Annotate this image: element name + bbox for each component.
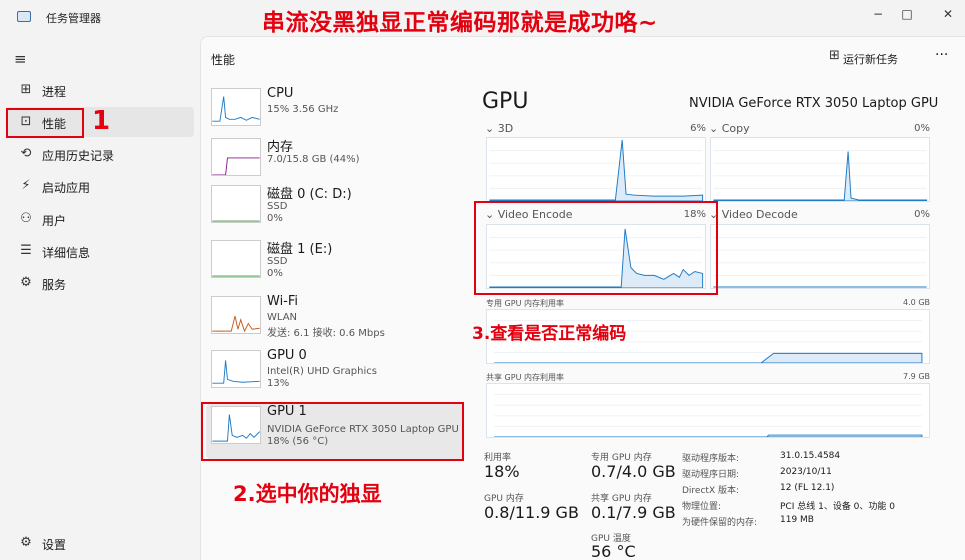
annotation-box-gpu1 [201,402,464,461]
annotation-step-1: 1 [92,106,111,136]
device-detail: Intel(R) UHD Graphics [267,366,377,377]
sidebar-item-label: 应用历史记录 [42,149,115,163]
maximize-button[interactable]: □ [892,4,922,24]
engine-name: 3D [497,122,514,135]
device-detail: 0% [267,213,283,224]
close-button[interactable]: ✕ [933,4,963,24]
wifi-graph-thumbnail [211,296,261,334]
info-key: 驱动程序日期: [682,470,740,480]
device-name: Wi-Fi [267,294,299,309]
more-options-button[interactable]: ··· [935,47,948,63]
run-new-task-button[interactable]: 运行新任务 [843,51,898,67]
device-item-gpu0[interactable]: GPU 0 Intel(R) UHD Graphics 13% [206,348,464,403]
engine-name: Video Decode [721,208,798,221]
device-detail: 0% [267,268,283,279]
task-manager-icon [17,11,31,22]
dedicated-gpu-memory-value: 0.7/4.0 GB [591,462,676,481]
sidebar-item-details[interactable]: ☰ 详细信息 [6,236,194,266]
menu-icon[interactable]: ≡ [14,50,27,68]
shared-memory-max: 7.9 GB [903,372,930,381]
device-detail: SSD [267,256,288,267]
minimize-button[interactable]: − [863,4,893,24]
graph-video-decode [710,224,930,289]
info-key: 为硬件保留的内存: [682,518,758,528]
sidebar-item-settings[interactable]: ⚙ 设置 [6,528,194,558]
device-item-disk1[interactable]: 磁盘 1 (E:) SSD 0% [206,238,464,293]
sidebar-item-startup[interactable]: ⚡ 启动应用 [6,171,194,201]
sidebar-item-services[interactable]: ⚙ 服务 [6,268,194,298]
device-detail: SSD [267,201,288,212]
services-icon: ⚙ [20,275,32,290]
device-name: 内存 [267,140,294,155]
annotation-title: 串流没黑独显正常编码那就是成功咯~ [262,10,658,36]
run-task-icon: ⊞ [829,48,840,63]
sidebar-item-label: 进程 [42,85,67,99]
processes-icon: ⊞ [20,82,32,97]
users-icon: ⚇ [20,211,32,226]
sidebar-item-label: 启动应用 [42,181,91,195]
shared-memory-label: 共享 GPU 内存利用率 [486,373,564,382]
device-item-disk0[interactable]: 磁盘 0 (C: D:) SSD 0% [206,183,464,238]
gpu-model-name: NVIDIA GeForce RTX 3050 Laptop GPU [689,96,939,111]
device-name: 磁盘 0 (C: D:) [267,187,352,202]
settings-icon: ⚙ [20,535,32,550]
info-value: 2023/10/11 [780,467,832,477]
device-name: GPU 0 [267,348,307,363]
sidebar-item-app-history[interactable]: ⟲ 应用历史记录 [6,139,194,169]
device-detail: 15% 3.56 GHz [267,104,339,115]
annotation-step-2: 2.选中你的独显 [233,482,382,506]
device-detail: 7.0/15.8 GB (44%) [267,154,360,165]
memory-graph-thumbnail [211,138,261,176]
info-key: 驱动程序版本: [682,454,740,464]
device-name: CPU [267,86,294,101]
window-title: 任务管理器 [46,12,101,25]
sidebar-item-processes[interactable]: ⊞ 进程 [6,75,194,105]
sidebar-item-users[interactable]: ⚇ 用户 [6,204,194,234]
device-name: 磁盘 1 (E:) [267,242,333,257]
engine-label-video-decode[interactable]: ⌄ Video Decode [709,208,798,221]
utilization-value: 18% [484,462,520,481]
device-item-cpu[interactable]: CPU 15% 3.56 GHz [206,86,464,141]
info-key: 物理位置: [682,502,722,512]
device-detail: WLAN [267,312,298,323]
engine-label-copy[interactable]: ⌄ Copy [709,122,750,135]
startup-icon: ⚡ [21,178,31,193]
sidebar-item-label: 用户 [42,214,67,228]
info-key: DirectX 版本: [682,486,740,496]
engine-pct-3d: 6% [690,123,706,134]
gpu0-graph-thumbnail [211,350,261,388]
page-title: 性能 [211,53,236,67]
info-value: 31.0.15.4584 [780,451,841,461]
engine-pct-copy: 0% [914,123,930,134]
sidebar-item-label: 详细信息 [42,246,91,260]
graph-3d [486,137,706,202]
dedicated-memory-max: 4.0 GB [903,298,930,307]
annotation-step-3: 3.查看是否正常编码 [472,324,627,344]
graph-shared-memory [486,383,930,438]
info-value: 119 MB [780,515,814,525]
info-value: 12 (FL 12.1) [780,483,835,493]
details-icon: ☰ [20,243,32,258]
device-detail: 13% [267,378,290,389]
annotation-box-video-encode [474,201,718,295]
disk0-graph-thumbnail [211,185,261,223]
sidebar-item-label: 设置 [42,538,67,552]
engine-label-3d[interactable]: ⌄ 3D [485,122,513,135]
info-value: PCI 总线 1、设备 0、功能 0 [780,502,895,512]
detail-title: GPU [482,89,529,114]
disk1-graph-thumbnail [211,240,261,278]
shared-gpu-memory-value: 0.1/7.9 GB [591,503,676,522]
device-detail: 发送: 6.1 接收: 0.6 Mbps [267,328,385,339]
graph-copy [710,137,930,202]
history-icon: ⟲ [20,146,32,161]
dedicated-memory-label: 专用 GPU 内存利用率 [486,299,564,308]
cpu-graph-thumbnail [211,88,261,126]
engine-name: Copy [721,122,750,135]
gpu-temperature-value: 56 °C [591,542,636,560]
annotation-box-performance [6,108,84,138]
engine-pct-video-decode: 0% [914,209,930,220]
device-item-wifi[interactable]: Wi-Fi WLAN 发送: 6.1 接收: 0.6 Mbps [206,294,464,349]
gpu-memory-value: 0.8/11.9 GB [484,503,579,522]
sidebar-item-label: 服务 [42,278,67,292]
